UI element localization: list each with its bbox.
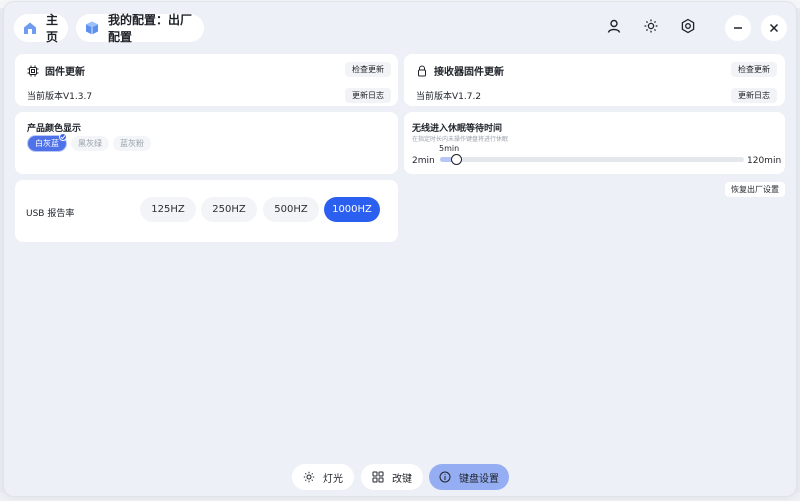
brightness-button[interactable] xyxy=(638,15,664,41)
usb-report-rate-card: USB 报告率 125HZ 250HZ 500HZ 1000HZ xyxy=(15,180,398,242)
tab-lighting-label: 灯光 xyxy=(323,473,343,485)
receiver-check-update-button[interactable]: 检查更新 xyxy=(731,62,777,77)
config-label: 我的配置：出厂配置 xyxy=(108,13,193,44)
usb-rate-125[interactable]: 125HZ xyxy=(140,197,196,222)
minimize-button[interactable] xyxy=(725,15,751,41)
brightness-icon xyxy=(643,18,659,38)
receiver-update-card: 接收器固件更新 检查更新 当前版本V1.7.2 更新日志 xyxy=(404,54,785,106)
firmware-check-update-button[interactable]: 检查更新 xyxy=(345,62,391,77)
grid-icon xyxy=(372,471,384,483)
tab-remap[interactable]: 改键 xyxy=(361,464,423,490)
settings-button[interactable] xyxy=(675,15,701,41)
receiver-version: 当前版本V1.7.2 xyxy=(416,92,482,102)
firmware-update-card: 固件更新 检查更新 当前版本V1.3.7 更新日志 xyxy=(15,54,398,106)
app-window: 主页 我的配置：出厂配置 固件更新 检查更新 当前版本V1.3.7 更新日志 接… xyxy=(4,2,796,496)
sleep-slider-thumb[interactable] xyxy=(450,154,462,165)
sleep-timeout-card: 无线进入休眠等待时间 在指定时长内未操作键盘将进行休眠 5min 2min 12… xyxy=(404,112,785,174)
restore-factory-button[interactable]: 恢复出厂设置 xyxy=(725,182,785,197)
tab-lighting[interactable]: 灯光 xyxy=(292,464,354,490)
lock-icon xyxy=(416,64,428,77)
product-color-title: 产品颜色显示 xyxy=(27,124,82,134)
chip-icon xyxy=(27,65,39,77)
tab-keyboard-settings[interactable]: 键盘设置 xyxy=(429,464,509,490)
firmware-title: 固件更新 xyxy=(27,63,85,78)
color-option-2[interactable]: 蓝灰粉 xyxy=(113,136,151,151)
sleep-min-label: 2min xyxy=(412,156,435,166)
usb-report-rate-title: USB 报告率 xyxy=(26,209,75,219)
usb-rate-250[interactable]: 250HZ xyxy=(201,197,257,222)
home-label: 主页 xyxy=(46,13,59,44)
sleep-slider[interactable] xyxy=(440,154,744,165)
close-button[interactable] xyxy=(761,15,787,41)
color-option-1[interactable]: 黑灰绿 xyxy=(71,136,109,151)
sun-icon xyxy=(303,471,315,483)
usb-rate-500[interactable]: 500HZ xyxy=(263,197,319,222)
receiver-title: 接收器固件更新 xyxy=(416,63,504,78)
info-icon xyxy=(439,471,451,483)
check-icon xyxy=(59,133,67,141)
tab-keyboard-settings-label: 键盘设置 xyxy=(459,473,499,485)
user-button[interactable] xyxy=(601,15,627,41)
minimize-icon xyxy=(732,19,744,38)
sleep-subtitle: 在指定时长内未操作键盘将进行休眠 xyxy=(412,136,509,143)
close-icon xyxy=(768,19,780,38)
cube-icon xyxy=(84,20,100,36)
sleep-title: 无线进入休眠等待时间 xyxy=(412,124,503,134)
user-icon xyxy=(606,18,622,38)
sleep-max-label: 120min xyxy=(747,156,782,166)
sleep-value-label: 5min xyxy=(439,144,460,153)
home-icon xyxy=(22,20,38,36)
receiver-changelog-button[interactable]: 更新日志 xyxy=(731,88,777,103)
settings-hex-icon xyxy=(680,18,696,38)
config-selector[interactable]: 我的配置：出厂配置 xyxy=(76,13,204,44)
product-color-card: 产品颜色显示 白灰蓝 黑灰绿 蓝灰粉 xyxy=(15,112,398,174)
home-button[interactable]: 主页 xyxy=(14,13,68,44)
tab-remap-label: 改键 xyxy=(392,473,412,485)
usb-rate-1000[interactable]: 1000HZ xyxy=(324,197,380,222)
firmware-version: 当前版本V1.3.7 xyxy=(27,92,93,102)
firmware-changelog-button[interactable]: 更新日志 xyxy=(345,88,391,103)
